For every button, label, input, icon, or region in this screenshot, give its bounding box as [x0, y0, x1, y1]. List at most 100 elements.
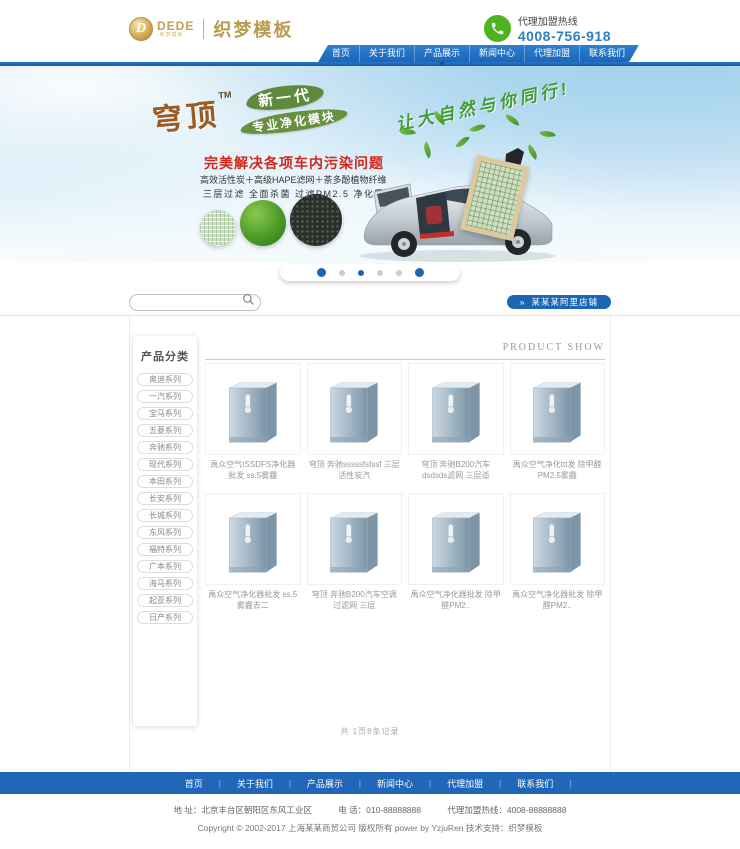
- footer-hotline: 代理加盟热线：4008-88888888: [447, 805, 566, 815]
- product-title: 禹众空气净化ttt发 除甲醛PM2.5雾霾: [510, 459, 606, 483]
- product-card[interactable]: 穹顶 奔驰B200汽车dsdsds滤网 三层适: [408, 363, 504, 483]
- footer-address: 地 址：北京丰台区朝阳区东风工业区: [174, 805, 312, 815]
- banner-material-circles: [200, 194, 342, 246]
- footer-copyright: Copyright © 2002-2017 上海某某商贸公司 版权所有 powe…: [0, 822, 740, 834]
- sidebar-category[interactable]: 海马系列: [137, 577, 193, 590]
- product-card[interactable]: 禹众空气净化器批发 ss.5雾霾去二: [205, 493, 301, 613]
- category-sidebar: 产品分类 奥迪系列一汽系列宝马系列五菱系列奔驰系列现代系列本田系列长安系列长城系…: [133, 336, 197, 726]
- banner-brand-text: 穹顶TM: [150, 89, 235, 140]
- footer-nav-item[interactable]: 联系我们: [517, 777, 553, 790]
- carousel-dot[interactable]: [317, 268, 326, 277]
- logo-title: 织梦模板: [213, 16, 293, 42]
- footer-info: 地 址：北京丰台区朝阳区东风工业区 电 话：010-88888888 代理加盟热…: [0, 794, 740, 834]
- footer-nav-separator: |: [359, 779, 361, 788]
- footer-nav-item[interactable]: 代理加盟: [447, 777, 483, 790]
- site-header: D DEDE -织梦模板- 织梦模板 代理加盟热线 4008-756-918 首…: [0, 0, 740, 62]
- footer-nav-separator: |: [499, 779, 501, 788]
- car-image: [346, 144, 568, 262]
- nav-item[interactable]: 新闻中心: [469, 45, 524, 62]
- footer-nav-item[interactable]: 产品展示: [307, 777, 343, 790]
- carousel-dot[interactable]: [358, 270, 364, 276]
- site-logo[interactable]: D DEDE -织梦模板- 织梦模板: [129, 16, 293, 42]
- search-input[interactable]: [139, 297, 242, 307]
- double-arrow-icon: »: [520, 295, 526, 309]
- logo-coin-icon: D: [129, 17, 153, 41]
- sidebar-category[interactable]: 日产系列: [137, 611, 193, 624]
- hotline-label: 代理加盟热线: [518, 13, 611, 28]
- air-purifier-image: [205, 363, 301, 455]
- sidebar-category[interactable]: 五菱系列: [137, 424, 193, 437]
- footer-nav-item[interactable]: 新闻中心: [377, 777, 413, 790]
- carousel-dot[interactable]: [396, 270, 402, 276]
- sidebar-category[interactable]: 广本系列: [137, 560, 193, 573]
- product-card[interactable]: 禹众空气净化器批发 除甲醛PM2..: [408, 493, 504, 613]
- sidebar-category[interactable]: 现代系列: [137, 458, 193, 471]
- product-title: 穹顶 奔驰B200汽车dsdsds滤网 三层适: [408, 459, 504, 483]
- air-purifier-image: [510, 363, 606, 455]
- footer-contact-line: 地 址：北京丰台区朝阳区东风工业区 电 话：010-88888888 代理加盟热…: [0, 804, 740, 816]
- sidebar-category[interactable]: 福特系列: [137, 543, 193, 556]
- air-purifier-image: [408, 363, 504, 455]
- main-nav: 首页关于我们产品展示新闻中心代理加盟联系我们: [323, 45, 634, 62]
- sidebar-category[interactable]: 长安系列: [137, 492, 193, 505]
- sidebar-category[interactable]: 宝马系列: [137, 407, 193, 420]
- product-card[interactable]: 穹顶 奔驰B200汽车空调过滤网 三层: [307, 493, 403, 613]
- footer-nav: 首页|关于我们|产品展示|新闻中心|代理加盟|联系我们|: [0, 772, 740, 794]
- main-content: 产品分类 奥迪系列一汽系列宝马系列五菱系列奔驰系列现代系列本田系列长安系列长城系…: [129, 316, 611, 772]
- nav-item[interactable]: 联系我们: [579, 45, 634, 62]
- sidebar-category[interactable]: 东风系列: [137, 526, 193, 539]
- activated-carbon-circle: [290, 194, 342, 246]
- product-title: 穹顶 奔驰B200汽车空调过滤网 三层: [307, 589, 403, 613]
- air-purifier-image: [307, 363, 403, 455]
- footer-tel: 电 话：010-88888888: [338, 805, 421, 815]
- sidebar-category[interactable]: 奥迪系列: [137, 373, 193, 386]
- carousel-dot[interactable]: [377, 270, 383, 276]
- air-purifier-image: [408, 493, 504, 585]
- leaf-decoration: [469, 120, 486, 136]
- search-box[interactable]: [129, 294, 261, 311]
- nav-item[interactable]: 关于我们: [359, 45, 414, 62]
- sidebar-category[interactable]: 本田系列: [137, 475, 193, 488]
- category-list: 奥迪系列一汽系列宝马系列五菱系列奔驰系列现代系列本田系列长安系列长城系列东风系列…: [133, 373, 197, 624]
- logo-brand: DEDE -织梦模板-: [157, 20, 194, 38]
- banner-badge-line2: 专业净化模块: [239, 105, 349, 139]
- product-card[interactable]: 禹众空气净化器批发 除甲醛PM2..: [510, 493, 606, 613]
- air-purifier-image: [307, 493, 403, 585]
- logo-divider: [203, 19, 204, 39]
- trademark-symbol: TM: [218, 90, 232, 101]
- footer-nav-item[interactable]: 首页: [185, 777, 203, 790]
- carousel-dot[interactable]: [415, 268, 424, 277]
- search-row: » 某某某阿里店铺: [129, 289, 611, 315]
- nav-item[interactable]: 代理加盟: [524, 45, 579, 62]
- product-title: 禹众空气净化器批发 ss.5雾霾去二: [205, 589, 301, 613]
- footer-nav-item[interactable]: 关于我们: [237, 777, 273, 790]
- footer-nav-separator: |: [569, 779, 571, 788]
- product-card[interactable]: 禹众空气净化ttt发 除甲醛PM2.5雾霾: [510, 363, 606, 483]
- logo-brand-text: DEDE: [157, 20, 194, 32]
- store-link-button[interactable]: » 某某某阿里店铺: [507, 295, 611, 309]
- site-footer: 首页|关于我们|产品展示|新闻中心|代理加盟|联系我们| 地 址：北京丰台区朝阳…: [0, 772, 740, 834]
- product-title: 禹众空气tSSDFS净化器批发 ss.5雾霾: [205, 459, 301, 483]
- footer-nav-separator: |: [289, 779, 291, 788]
- nav-item[interactable]: 产品展示: [414, 45, 469, 62]
- search-icon[interactable]: [242, 293, 255, 311]
- air-purifier-image: [205, 493, 301, 585]
- sidebar-title: 产品分类: [133, 336, 197, 373]
- store-link-label: 某某某阿里店铺: [531, 295, 598, 309]
- product-card[interactable]: 禹众空气tSSDFS净化器批发 ss.5雾霾: [205, 363, 301, 483]
- banner-badge-line1: 新一代: [245, 81, 325, 113]
- carousel-dot[interactable]: [339, 270, 345, 276]
- sidebar-category[interactable]: 一汽系列: [137, 390, 193, 403]
- tea-leaf-circle: [240, 200, 286, 246]
- sidebar-category[interactable]: 起亚系列: [137, 594, 193, 607]
- nav-item[interactable]: 首页: [323, 45, 359, 62]
- product-card[interactable]: 穹顶 奔驰sssssfsfssf 三层活性炭汽: [307, 363, 403, 483]
- pagination-info: 共 1页8条记录: [130, 726, 610, 737]
- hero-banner[interactable]: 穹顶TM 新一代 专业净化模块 完美解决各项车内污染问题 高效活性炭＋高级HAP…: [0, 66, 740, 262]
- footer-nav-separator: |: [219, 779, 221, 788]
- product-section: PRODUCT SHOW 禹众空气tSSDFS净化器批发 ss.5雾霾穹顶 奔驰…: [205, 342, 605, 613]
- product-grid: 禹众空气tSSDFS净化器批发 ss.5雾霾穹顶 奔驰sssssfsfssf 三…: [205, 363, 605, 613]
- sidebar-category[interactable]: 奔驰系列: [137, 441, 193, 454]
- sidebar-category[interactable]: 长城系列: [137, 509, 193, 522]
- leaf-decoration: [539, 128, 556, 140]
